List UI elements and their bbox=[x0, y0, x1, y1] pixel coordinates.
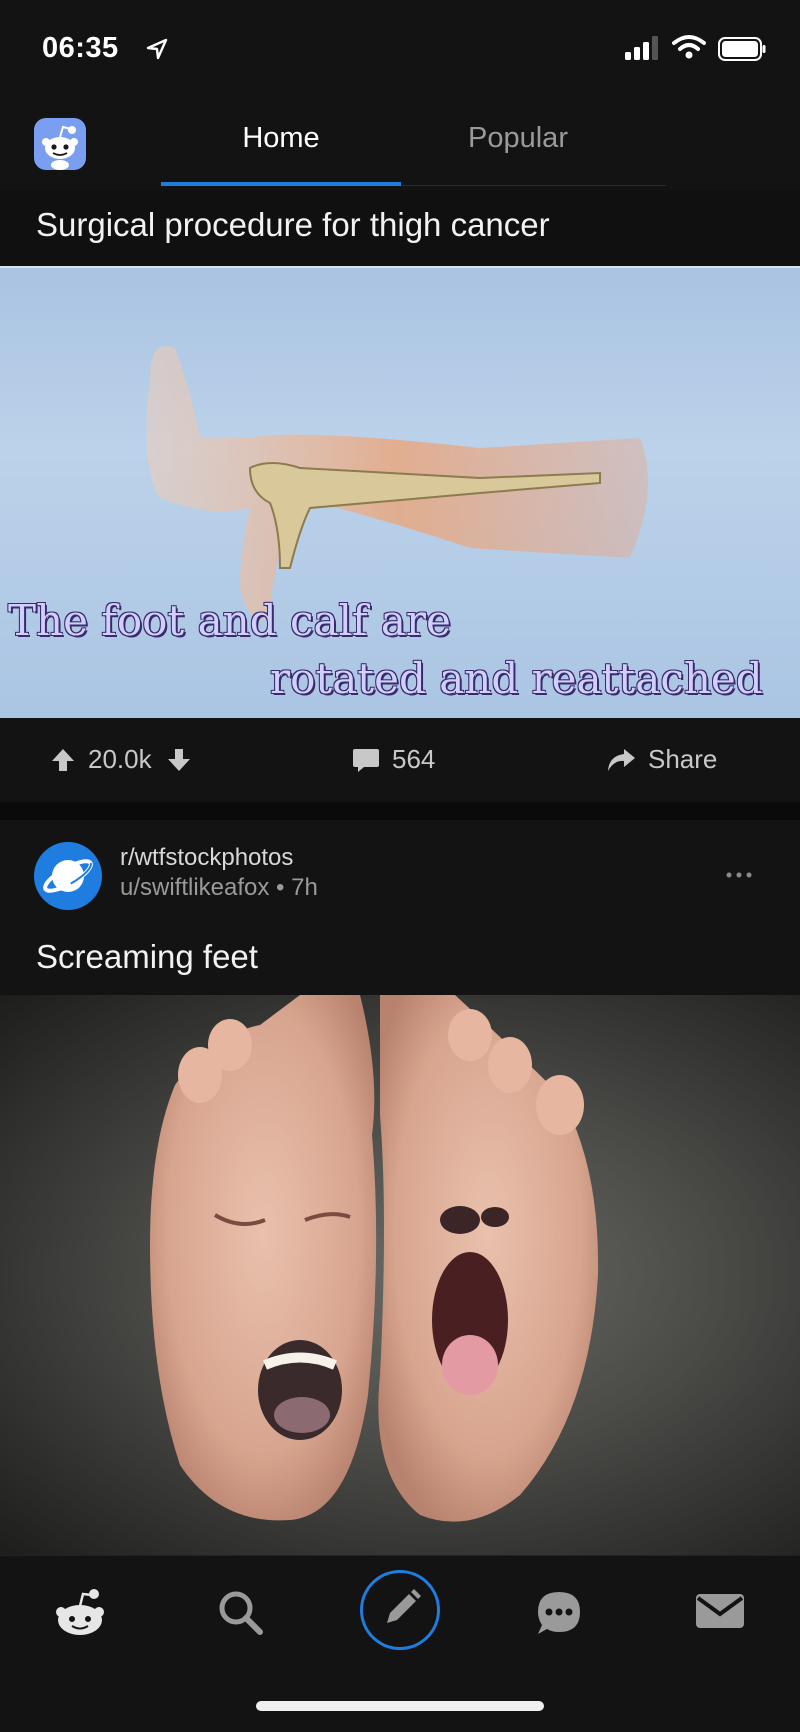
comments-button[interactable]: 564 bbox=[352, 744, 435, 775]
active-tab-indicator bbox=[161, 182, 401, 186]
chat-icon[interactable] bbox=[534, 1588, 584, 1638]
home-indicator[interactable] bbox=[256, 1701, 544, 1711]
vote-count: 20.0k bbox=[88, 744, 152, 774]
leg-illustration bbox=[146, 346, 648, 620]
post-image[interactable]: The foot and calf are rotated and reatta… bbox=[0, 266, 800, 718]
image-caption-line: rotated and reattached bbox=[270, 654, 763, 703]
subreddit-avatar-icon[interactable] bbox=[34, 842, 102, 910]
battery-icon bbox=[718, 37, 766, 61]
app-header: Home Popular bbox=[0, 92, 800, 190]
post-separator bbox=[0, 802, 800, 820]
share-label: Share bbox=[648, 744, 718, 774]
post-image[interactable] bbox=[0, 995, 800, 1555]
home-icon[interactable] bbox=[52, 1588, 108, 1638]
signal-icon bbox=[625, 36, 658, 60]
post-title[interactable]: Screaming feet bbox=[36, 938, 258, 976]
comment-count: 564 bbox=[392, 744, 436, 774]
post-actions-bar: 20.0k 564 Share bbox=[0, 718, 800, 802]
tab-home[interactable]: Home bbox=[161, 122, 401, 155]
compose-button[interactable] bbox=[360, 1570, 440, 1650]
post-card: r/wtfstockphotos u/swiftlikeafox • 7h Sc… bbox=[0, 820, 800, 995]
status-bar: 06:35 bbox=[0, 0, 800, 92]
share-icon bbox=[608, 748, 635, 771]
image-caption-line: The foot and calf are bbox=[8, 596, 451, 645]
inbox-icon[interactable] bbox=[694, 1588, 746, 1632]
feet-photo bbox=[150, 995, 599, 1522]
downvote-icon[interactable] bbox=[166, 747, 192, 773]
app-logo-icon[interactable] bbox=[34, 118, 86, 170]
compose-icon bbox=[387, 1589, 421, 1623]
post-byline[interactable]: u/swiftlikeafox • 7h bbox=[120, 874, 318, 902]
tab-popular[interactable]: Popular bbox=[398, 122, 638, 155]
comment-icon bbox=[353, 748, 379, 772]
location-arrow-icon bbox=[146, 38, 168, 60]
wifi-icon bbox=[672, 35, 706, 59]
subreddit-name[interactable]: r/wtfstockphotos bbox=[120, 844, 293, 872]
more-options-icon[interactable] bbox=[724, 870, 754, 880]
status-time: 06:35 bbox=[42, 32, 119, 64]
upvote-icon[interactable] bbox=[50, 747, 76, 773]
vote-group: 20.0k bbox=[50, 744, 192, 775]
share-button[interactable]: Share bbox=[606, 744, 717, 775]
post-title[interactable]: Surgical procedure for thigh cancer bbox=[36, 206, 550, 244]
search-icon[interactable] bbox=[216, 1588, 266, 1638]
